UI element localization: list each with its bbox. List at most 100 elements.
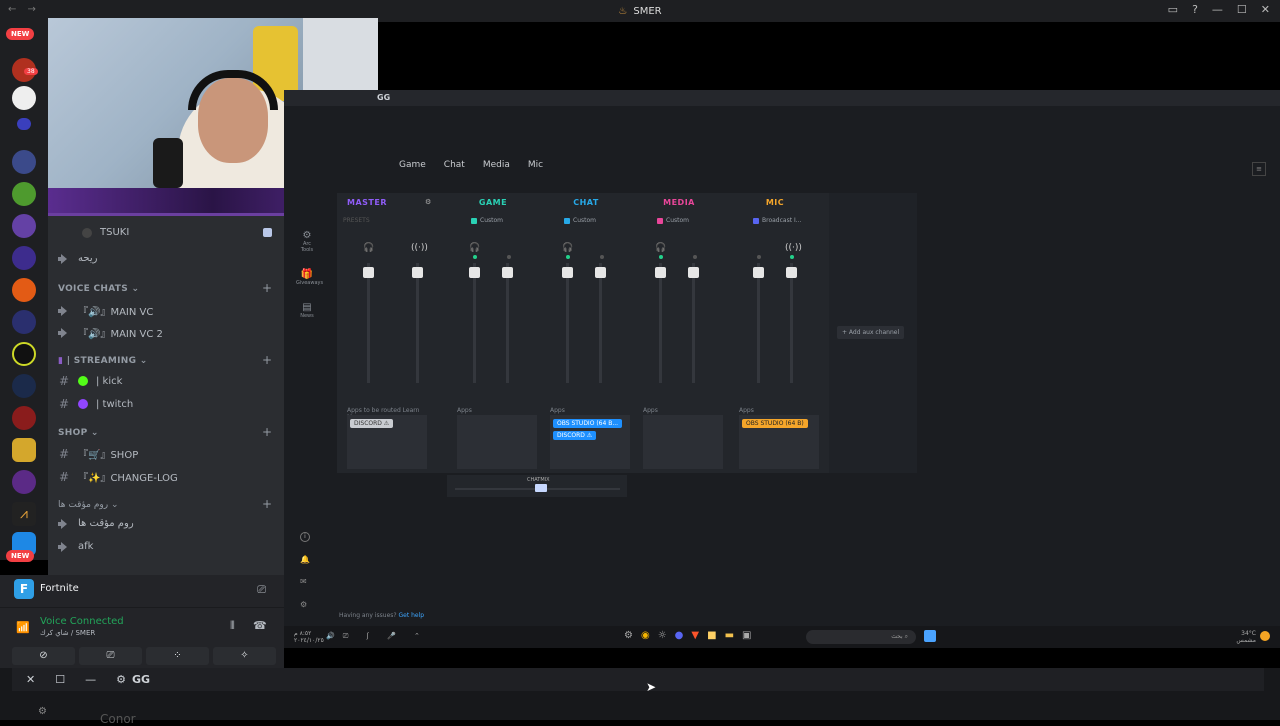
giveaways-icon[interactable]: 🎁 [296, 269, 318, 280]
add-aux-channel-button[interactable]: + Add aux channel [837, 326, 905, 339]
tray-icons[interactable]: 🔊⎚ ʃ 🎤 ⌃ [326, 632, 428, 641]
info-icon[interactable]: i [300, 532, 310, 542]
activity-stream-icon[interactable]: ⎚ [257, 583, 266, 597]
server-icon[interactable] [12, 150, 36, 174]
volume-slider[interactable] [655, 263, 666, 383]
channel-twitch[interactable]: # | twitch [58, 397, 133, 411]
slider-knob[interactable] [562, 267, 573, 278]
weather[interactable]: 34°C مشمس [1236, 630, 1256, 644]
server-icon[interactable]: ⩘ [12, 502, 36, 526]
apps-dropzone[interactable] [643, 415, 723, 469]
slider-knob[interactable] [753, 267, 764, 278]
steelseries-icon[interactable]: ⚙ [624, 630, 633, 641]
volume-slider[interactable] [412, 263, 423, 383]
taskbar-search[interactable]: بحث ⌕ [806, 630, 916, 644]
add-channel-icon[interactable]: + [262, 281, 272, 295]
gear-icon[interactable]: ⚙ [38, 706, 47, 717]
server-icon[interactable] [12, 246, 36, 270]
apps-dropzone[interactable]: OBS STUDIO (64 B... DISCORD ⚠ [550, 415, 630, 469]
inbox-icon[interactable]: ▭ [1168, 3, 1178, 16]
channel-main-vc-2[interactable]: 『🔊』MAIN VC 2 [58, 325, 163, 340]
server-icon[interactable] [12, 374, 36, 398]
tab-chat[interactable]: Chat [444, 160, 465, 170]
volume-slider[interactable] [562, 263, 573, 383]
settings-icon[interactable]: ≡ [1252, 162, 1266, 176]
nav-arrows[interactable]: ← → [8, 4, 40, 15]
apps-dropzone[interactable] [457, 415, 537, 469]
server-icon[interactable] [12, 86, 36, 110]
server-icon[interactable] [12, 470, 36, 494]
channel-kick[interactable]: # | kick [58, 374, 122, 388]
nav-news[interactable]: News [296, 313, 318, 319]
app-pill[interactable]: DISCORD ⚠ [553, 431, 597, 440]
server-icon[interactable] [12, 182, 36, 206]
twitch-server-icon[interactable] [12, 214, 36, 238]
volume-slider[interactable] [469, 263, 480, 383]
slider-knob[interactable] [502, 267, 513, 278]
voice-user-tsuki[interactable]: TSUKI [82, 227, 129, 238]
activities-button[interactable]: ⁘ [146, 647, 209, 665]
volume-slider[interactable] [688, 263, 699, 383]
windows-start-icon[interactable] [924, 630, 936, 642]
chatmix-knob[interactable] [535, 484, 547, 492]
category-streaming[interactable]: ▮ | STREAMING ⌄ [58, 356, 148, 366]
channel-afk[interactable]: afk [58, 541, 93, 552]
volume-slider[interactable] [595, 263, 606, 383]
volume-slider[interactable] [786, 263, 797, 383]
notifications-icon[interactable]: 🔔 [300, 555, 310, 564]
app-icon[interactable]: ☼ [658, 630, 667, 641]
disconnect-icon[interactable]: ☎ [253, 619, 267, 632]
get-help-link[interactable]: Get help [399, 612, 425, 619]
category-voice-chats[interactable]: VOICE CHATS ⌄ [58, 284, 139, 294]
channel-changelog[interactable]: # 『✨』CHANGE-LOG [58, 469, 178, 485]
maximize-icon[interactable]: ☐ [55, 673, 65, 686]
server-icon[interactable] [12, 406, 36, 430]
help-icon[interactable]: ? [1192, 3, 1198, 16]
slider-knob[interactable] [469, 267, 480, 278]
channel-main-vc[interactable]: 『🔊』MAIN VC [58, 303, 153, 318]
volume-slider[interactable] [363, 263, 374, 383]
tab-mic[interactable]: Mic [528, 160, 543, 170]
category-shop[interactable]: SHOP ⌄ [58, 428, 99, 438]
screenshare-button[interactable]: ⎚ [79, 647, 142, 665]
add-channel-icon[interactable]: + [262, 425, 272, 439]
maximize-button[interactable]: ☐ [1237, 3, 1247, 16]
gear-icon[interactable]: ⚙ [300, 600, 307, 609]
minimize-icon[interactable]: — [85, 673, 96, 686]
server-icon[interactable] [12, 310, 36, 334]
news-icon[interactable]: ▤ [296, 302, 318, 313]
nav-tools[interactable]: Arc Tools [296, 241, 318, 253]
arc-tools-icon[interactable]: ⚙ [296, 230, 318, 241]
soundboard-button[interactable]: ✧ [213, 647, 276, 665]
feedback-icon[interactable]: ✉ [300, 577, 307, 586]
category-temp-rooms[interactable]: روم مؤقت ها ⌄ [58, 500, 119, 510]
server-icon[interactable] [12, 278, 36, 302]
folder-icon[interactable] [17, 118, 31, 130]
apps-dropzone[interactable]: OBS STUDIO (64 B) [739, 415, 819, 469]
server-icon[interactable] [12, 342, 36, 366]
discord-icon[interactable]: ● [675, 630, 684, 641]
channel-temp-room[interactable]: روم مؤقت ها [58, 518, 134, 529]
close-button[interactable]: ✕ [1261, 3, 1270, 16]
apps-dropzone[interactable]: DISCORD ⚠ [347, 415, 427, 469]
slider-knob[interactable] [363, 267, 374, 278]
brave-icon[interactable]: ▼ [691, 630, 699, 641]
slider-knob[interactable] [412, 267, 423, 278]
channel-voice-arabic[interactable]: ريحه [58, 253, 97, 264]
slider-knob[interactable] [595, 267, 606, 278]
folder-icon[interactable]: ▬ [725, 630, 734, 641]
app-pill[interactable]: DISCORD ⚠ [350, 419, 394, 428]
nav-giveaways[interactable]: Giveaways [296, 280, 323, 286]
channel-shop[interactable]: # 『🛒』SHOP [58, 446, 138, 462]
tab-media[interactable]: Media [483, 160, 510, 170]
slider-knob[interactable] [655, 267, 666, 278]
tab-game[interactable]: Game [399, 160, 426, 170]
add-channel-icon[interactable]: + [262, 497, 272, 511]
minimize-button[interactable]: — [1212, 3, 1223, 16]
slider-knob[interactable] [786, 267, 797, 278]
chrome-icon[interactable]: ◉ [641, 630, 650, 641]
slider-knob[interactable] [688, 267, 699, 278]
store-icon[interactable]: ■ [707, 630, 716, 641]
volume-slider[interactable] [753, 263, 764, 383]
volume-slider[interactable] [502, 263, 513, 383]
